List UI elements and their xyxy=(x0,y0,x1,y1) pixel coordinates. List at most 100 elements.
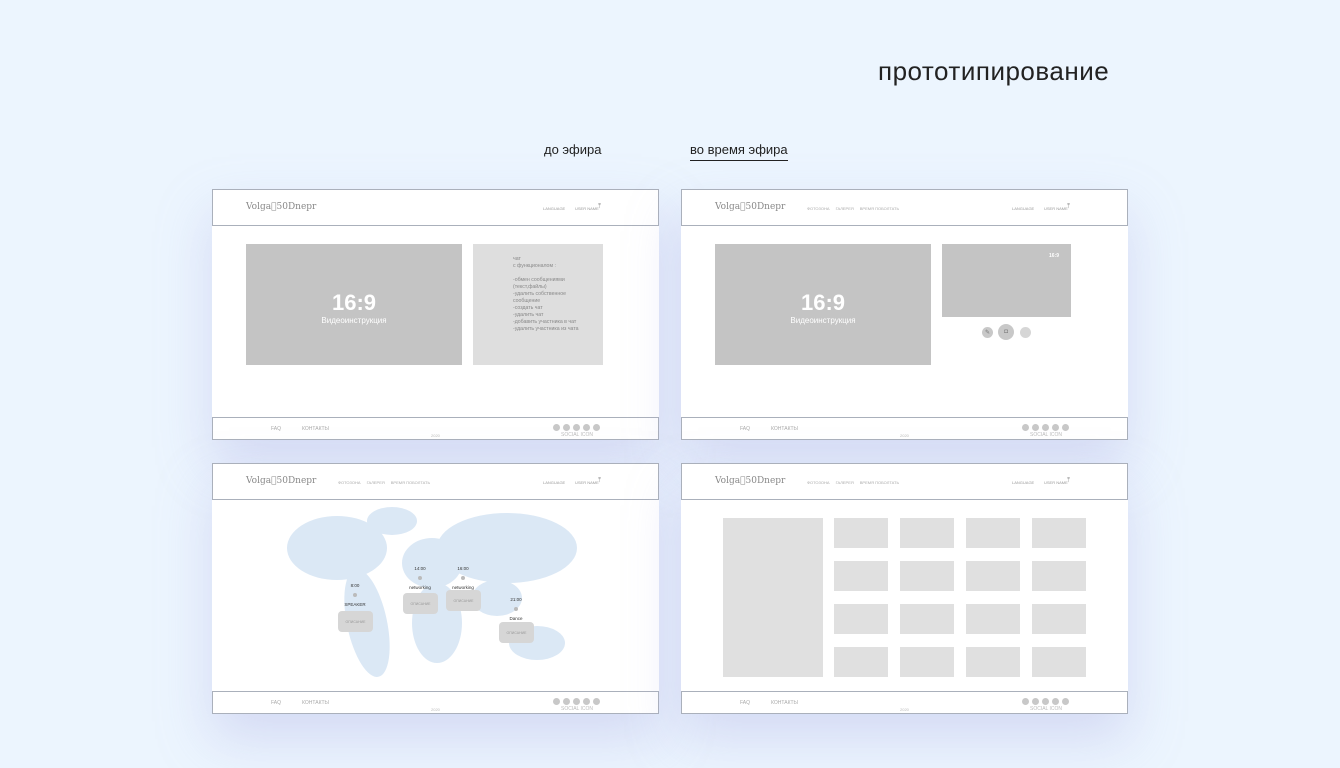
social-icons xyxy=(1022,698,1069,705)
logo[interactable]: Volga⃝50Dnepr xyxy=(246,202,316,212)
nav-chat-time[interactable]: ВРЕМЯ ПОБОЛТАТЬ xyxy=(391,480,430,485)
user-icon[interactable]: ⤒ xyxy=(1067,477,1070,485)
nav-menu: ФОТОЗОНА ГАЛЕРЕЯ ВРЕМЯ ПОБОЛТАТЬ xyxy=(338,480,430,485)
gallery-thumbnail[interactable] xyxy=(966,518,1020,548)
footer-faq-link[interactable]: FAQ xyxy=(271,426,281,432)
nav-photozone[interactable]: ФОТОЗОНА xyxy=(338,480,361,485)
user-name[interactable]: USER NAME xyxy=(575,480,599,485)
video-caption: Видеоинструкция xyxy=(321,316,387,325)
video-player[interactable]: 16:9 Видеоинструкция xyxy=(246,244,462,365)
gallery-thumbnail[interactable] xyxy=(1032,604,1086,634)
webcam-preview: 16:9 xyxy=(942,244,1071,317)
chat-panel[interactable]: чат с функционалом : -обмен сообщениями … xyxy=(473,244,603,365)
site-header: Volga⃝50Dnepr LANGUAGE USER NAME ⤒ xyxy=(212,189,659,226)
social-icon[interactable] xyxy=(1042,698,1049,705)
social-icon[interactable] xyxy=(1052,424,1059,431)
user-icon[interactable]: ⤒ xyxy=(598,477,601,485)
event-pin[interactable]: 14:00 networking xyxy=(400,566,440,590)
logo[interactable]: Volga⃝50Dnepr xyxy=(715,476,785,486)
gallery-thumbnail[interactable] xyxy=(834,647,888,677)
user-name[interactable]: USER NAME xyxy=(575,206,599,211)
social-icon[interactable] xyxy=(583,424,590,431)
gallery-thumbnail[interactable] xyxy=(900,518,954,548)
gallery-thumbnail[interactable] xyxy=(834,518,888,548)
hangup-icon[interactable] xyxy=(1020,327,1031,338)
user-name[interactable]: USER NAME xyxy=(1044,206,1068,211)
event-card[interactable]: ОПИСАНИЕ xyxy=(403,593,438,614)
nav-photozone[interactable]: ФОТОЗОНА xyxy=(807,480,830,485)
social-icon[interactable] xyxy=(1022,698,1029,705)
footer-contacts-link[interactable]: КОНТАКТЫ xyxy=(302,700,329,706)
gallery-thumbnail[interactable] xyxy=(1032,561,1086,591)
nav-chat-time[interactable]: ВРЕМЯ ПОБОЛТАТЬ xyxy=(860,480,899,485)
social-icon[interactable] xyxy=(1032,698,1039,705)
nav-menu: ФОТОЗОНА ГАЛЕРЕЯ ВРЕМЯ ПОБОЛТАТЬ xyxy=(807,480,899,485)
video-player[interactable]: 16:9 Видеоинструкция xyxy=(715,244,931,365)
gallery-featured[interactable] xyxy=(723,518,823,677)
social-icon[interactable] xyxy=(553,698,560,705)
social-icon[interactable] xyxy=(553,424,560,431)
social-icons xyxy=(553,698,600,705)
social-label: SOCIAL ICON xyxy=(561,432,594,438)
footer-contacts-link[interactable]: КОНТАКТЫ xyxy=(771,700,798,706)
gallery-thumbnail[interactable] xyxy=(834,604,888,634)
camera-icon[interactable]: ◘ xyxy=(998,324,1014,340)
footer-faq-link[interactable]: FAQ xyxy=(740,700,750,706)
event-pin[interactable]: 21:00 Dance xyxy=(496,597,536,621)
language-selector[interactable]: LANGUAGE xyxy=(543,480,565,485)
social-icon[interactable] xyxy=(1062,698,1069,705)
gallery-thumbnail[interactable] xyxy=(900,604,954,634)
gallery-thumbnail[interactable] xyxy=(966,604,1020,634)
language-selector[interactable]: LANGUAGE xyxy=(1012,480,1034,485)
tab-during-broadcast[interactable]: во время эфира xyxy=(690,142,788,161)
nav-gallery[interactable]: ГАЛЕРЕЯ xyxy=(367,480,385,485)
event-card[interactable]: ОПИСАНИЕ xyxy=(338,611,373,632)
footer-contacts-link[interactable]: КОНТАКТЫ xyxy=(771,426,798,432)
social-icon[interactable] xyxy=(563,698,570,705)
footer-faq-link[interactable]: FAQ xyxy=(271,700,281,706)
footer-year: 2020 xyxy=(900,707,909,712)
tab-before-broadcast[interactable]: до эфира xyxy=(544,142,601,160)
gallery-thumbnail[interactable] xyxy=(1032,647,1086,677)
language-selector[interactable]: LANGUAGE xyxy=(1012,206,1034,211)
prototype-event-map: 8:00 SPEAKER ОПИСАНИЕ 14:00 networking ОПИ… xyxy=(212,463,659,714)
logo[interactable]: Volga⃝50Dnepr xyxy=(246,476,316,486)
site-header: Volga⃝50Dnepr ФОТОЗОНА ГАЛЕРЕЯ ВРЕМЯ ПОБ… xyxy=(681,189,1128,226)
social-icon[interactable] xyxy=(573,698,580,705)
social-icon[interactable] xyxy=(573,424,580,431)
event-card[interactable]: ОПИСАНИЕ xyxy=(499,622,534,643)
gallery-thumbnail[interactable] xyxy=(900,647,954,677)
social-icon[interactable] xyxy=(1042,424,1049,431)
nav-photozone[interactable]: ФОТОЗОНА xyxy=(807,206,830,211)
event-pin[interactable]: 8:00 SPEAKER xyxy=(335,583,375,607)
social-icon[interactable] xyxy=(593,698,600,705)
social-label: SOCIAL ICON xyxy=(1030,432,1063,438)
nav-chat-time[interactable]: ВРЕМЯ ПОБОЛТАТЬ xyxy=(860,206,899,211)
social-icon[interactable] xyxy=(1022,424,1029,431)
social-icon[interactable] xyxy=(583,698,590,705)
event-card[interactable]: ОПИСАНИЕ xyxy=(446,590,481,611)
nav-gallery[interactable]: ГАЛЕРЕЯ xyxy=(836,480,854,485)
social-icon[interactable] xyxy=(563,424,570,431)
footer-year: 2020 xyxy=(431,707,440,712)
gallery-thumbnail[interactable] xyxy=(966,647,1020,677)
social-icon[interactable] xyxy=(1032,424,1039,431)
social-icon[interactable] xyxy=(1062,424,1069,431)
social-label: SOCIAL ICON xyxy=(561,706,594,712)
footer-contacts-link[interactable]: КОНТАКТЫ xyxy=(302,426,329,432)
user-icon[interactable]: ⤒ xyxy=(1067,203,1070,211)
social-icon[interactable] xyxy=(593,424,600,431)
gallery-thumbnail[interactable] xyxy=(834,561,888,591)
gallery-thumbnail[interactable] xyxy=(1032,518,1086,548)
mic-icon[interactable]: ✎ xyxy=(982,327,993,338)
logo[interactable]: Volga⃝50Dnepr xyxy=(715,202,785,212)
language-selector[interactable]: LANGUAGE xyxy=(543,206,565,211)
nav-gallery[interactable]: ГАЛЕРЕЯ xyxy=(836,206,854,211)
footer-faq-link[interactable]: FAQ xyxy=(740,426,750,432)
social-icon[interactable] xyxy=(1052,698,1059,705)
gallery-thumbnail[interactable] xyxy=(900,561,954,591)
event-pin[interactable]: 16:00 networking xyxy=(443,566,483,590)
user-icon[interactable]: ⤒ xyxy=(598,203,601,211)
gallery-thumbnail[interactable] xyxy=(966,561,1020,591)
user-name[interactable]: USER NAME xyxy=(1044,480,1068,485)
